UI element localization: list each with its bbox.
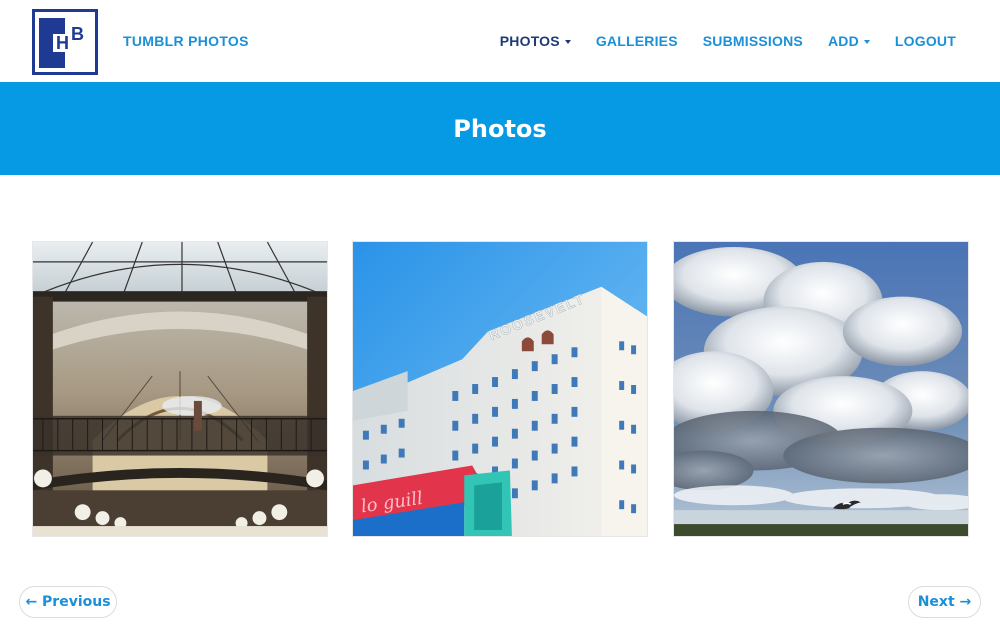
nav-galleries-label: GALLERIES: [595, 33, 678, 49]
page-banner: Photos: [0, 82, 1000, 175]
nav-submissions-label: SUBMISSIONS: [702, 33, 803, 49]
nav-logout-label: LOGOUT: [894, 33, 956, 49]
caret-down-icon: [564, 39, 571, 44]
main-nav: PHOTOS GALLERIES SUBMISSIONS ADD LOGOUT: [475, 33, 956, 49]
nav-photos-label: PHOTOS: [499, 33, 560, 49]
clouds-image: [674, 242, 968, 536]
brand-link[interactable]: TUMBLR PHOTOS: [123, 33, 249, 49]
previous-button[interactable]: ← Previous: [19, 586, 117, 618]
logo-mark-icon: H B: [39, 18, 84, 68]
hotel-image: ROOSEVELT lo guill: [353, 242, 647, 536]
nav-submissions[interactable]: SUBMISSIONS: [703, 33, 803, 49]
photo-atrium[interactable]: [32, 241, 328, 537]
photo-grid: ROOSEVELT lo guill: [32, 241, 969, 537]
nav-add-label: ADD: [827, 33, 859, 49]
photo-roosevelt-hotel[interactable]: ROOSEVELT lo guill: [352, 241, 648, 537]
next-button[interactable]: Next →: [908, 586, 981, 618]
nav-logout[interactable]: LOGOUT: [895, 33, 956, 49]
navbar: H B TUMBLR PHOTOS PHOTOS GALLERIES SUBMI…: [0, 0, 1000, 82]
svg-text:H: H: [56, 33, 69, 53]
nav-add[interactable]: ADD: [828, 33, 870, 49]
atrium-image: [33, 242, 327, 536]
photo-clouds[interactable]: [673, 241, 969, 537]
svg-text:B: B: [71, 24, 84, 44]
caret-down-icon: [863, 39, 870, 44]
site-logo[interactable]: H B: [32, 9, 98, 75]
nav-photos[interactable]: PHOTOS: [500, 33, 571, 49]
nav-galleries[interactable]: GALLERIES: [596, 33, 678, 49]
page-title: Photos: [453, 114, 547, 143]
